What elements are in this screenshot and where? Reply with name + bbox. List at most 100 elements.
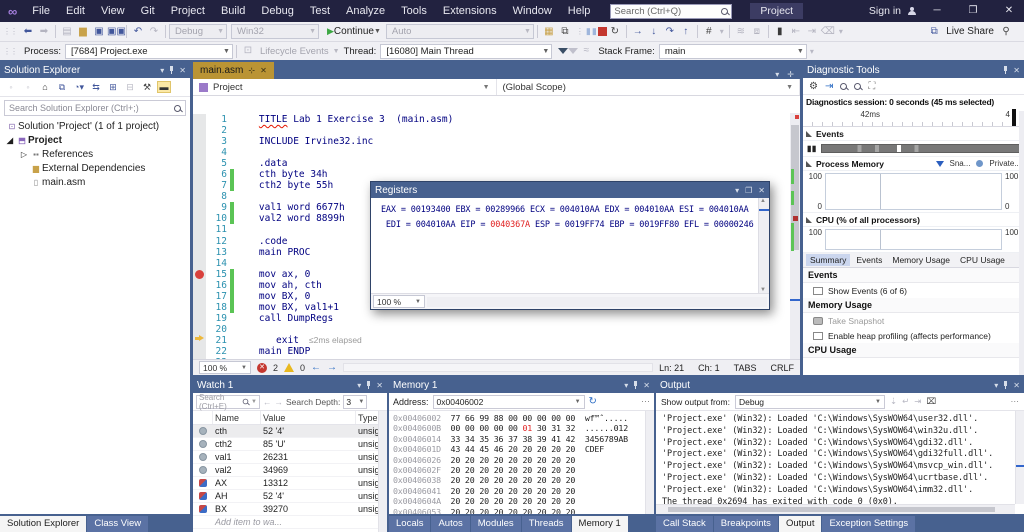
code-line-22[interactable]: 22 main ENDP: [193, 346, 790, 357]
watch-row-ax[interactable]: AX13312unsig...: [193, 477, 387, 490]
output-log[interactable]: 'Project.exe' (Win32): Loaded 'C:\Window…: [656, 411, 1024, 508]
find-message-icon[interactable]: ⇣: [890, 396, 897, 407]
watch-value[interactable]: 13312: [261, 478, 356, 488]
overflow-chevron-3[interactable]: ▾: [807, 47, 816, 56]
process-combo[interactable]: [7684] Project.exe▼: [65, 44, 233, 59]
diag-tab-summary[interactable]: Summary: [806, 254, 850, 266]
tab-threads[interactable]: Threads: [522, 516, 571, 532]
memory-scrollbar[interactable]: [645, 411, 654, 514]
memory-row[interactable]: 0x00406026 20 20 20 20 20 20 20 20 20: [393, 455, 654, 465]
feedback-icon[interactable]: ⚲: [998, 23, 1014, 41]
navigate-forward-icon[interactable]: ➡: [36, 23, 52, 41]
code-line-1[interactable]: 1 TITLE Lab 1 Exercise 3 (main.asm): [193, 114, 790, 125]
lifecycle-events-label[interactable]: Lifecycle Events: [256, 46, 333, 57]
registers-zoom-combo[interactable]: 100 %▼: [373, 295, 425, 308]
continue-dropdown-icon[interactable]: ▼: [374, 28, 381, 35]
code-line-3[interactable]: 3 INCLUDE Irvine32.inc: [193, 136, 790, 147]
continue-button[interactable]: Continue: [334, 26, 374, 37]
preview-selected-items-icon[interactable]: ▬: [157, 81, 171, 93]
take-snapshot-button[interactable]: Take Snapshot: [803, 313, 1024, 328]
events-section-header[interactable]: Events: [803, 127, 1024, 141]
diagnostics-timeline[interactable]: 42ms 4: [803, 109, 1024, 127]
watch-value[interactable]: 52 '4': [261, 491, 356, 501]
glyph-margin[interactable]: [193, 302, 206, 313]
save-all-icon[interactable]: ▣▣: [107, 23, 123, 41]
tab-class-view[interactable]: Class View: [87, 516, 148, 532]
break-all-icon[interactable]: ▮▮: [586, 26, 598, 37]
forward-icon[interactable]: ◦: [21, 82, 35, 92]
memory-row[interactable]: 0x00406014 33 34 35 36 37 38 39 41 42 34…: [393, 434, 654, 444]
close-button[interactable]: ✕: [994, 0, 1024, 22]
solution-explorer-search-input[interactable]: Search Solution Explorer (Ctrl+;): [4, 100, 186, 116]
thread-combo[interactable]: [16080] Main Thread▼: [380, 44, 552, 59]
glyph-margin[interactable]: [193, 258, 206, 269]
watch-forward-icon[interactable]: →: [275, 397, 284, 407]
registers-header[interactable]: Registers ▾ ❐ ✕: [371, 182, 769, 198]
pin-icon[interactable]: [170, 66, 173, 74]
code-line-20[interactable]: 20: [193, 324, 790, 335]
watch-name[interactable]: AH: [213, 491, 261, 501]
glyph-margin[interactable]: [193, 158, 206, 169]
scope-dropdown[interactable]: (Global Scope) ▼: [497, 79, 801, 95]
collapse-triangle-icon-3[interactable]: [806, 217, 812, 223]
watch-name[interactable]: val1: [213, 452, 261, 462]
timeline-cursor[interactable]: [1012, 109, 1016, 126]
new-file-icon[interactable]: ▤: [59, 23, 75, 41]
glyph-margin[interactable]: [193, 180, 206, 191]
step-into-icon[interactable]: ↓: [646, 23, 662, 41]
tree-item-references[interactable]: ▷ ▪▪ References: [0, 147, 190, 161]
menu-project[interactable]: Project: [163, 0, 213, 22]
watch-name[interactable]: cth2: [213, 439, 261, 449]
watch-value[interactable]: 26231: [261, 452, 356, 462]
watch-name[interactable]: BX: [213, 504, 261, 514]
collapsed-expander-icon[interactable]: ▷: [18, 150, 30, 159]
window-position-icon[interactable]: ▾: [160, 66, 164, 75]
tree-item-solution[interactable]: ⊡ Solution 'Project' (1 of 1 project): [0, 119, 190, 133]
stop-debugging-icon[interactable]: [598, 27, 607, 36]
code-line-21[interactable]: 21 exit≤2ms elapsed: [193, 335, 790, 346]
quick-search-input[interactable]: Search (Ctrl+Q): [610, 4, 732, 19]
watch-row-bx[interactable]: BX39270unsig...: [193, 503, 387, 516]
stack-frame-combo[interactable]: main▼: [659, 44, 807, 59]
warning-count[interactable]: 0: [300, 363, 305, 373]
glyph-margin[interactable]: [193, 313, 206, 324]
lifecycle-dropdown-icon[interactable]: ▼: [333, 48, 340, 55]
output-overflow-icon[interactable]: ⋯: [1011, 396, 1020, 407]
registers-horizontal-scrollbar[interactable]: [427, 297, 767, 307]
redo-icon[interactable]: ↷: [146, 23, 162, 41]
tab-locals[interactable]: Locals: [389, 516, 430, 532]
memory-menu-icon[interactable]: ▾: [624, 381, 628, 390]
watch-scrollbar[interactable]: [378, 411, 387, 532]
glyph-margin[interactable]: [193, 191, 206, 202]
glyph-margin[interactable]: [193, 346, 206, 357]
switch-views-icon[interactable]: ⧉: [55, 82, 69, 93]
watch-value[interactable]: 85 'U': [261, 439, 356, 449]
diagnostics-scrollbar[interactable]: [1019, 111, 1024, 375]
menu-edit[interactable]: Edit: [58, 0, 93, 22]
watch-value[interactable]: 52 '4': [261, 426, 356, 436]
toolbar-grip-2[interactable]: ⋮⋮: [0, 47, 20, 56]
zoom-out-icon[interactable]: [854, 83, 861, 90]
pause-icon[interactable]: ▮▮: [807, 144, 817, 153]
glyph-margin[interactable]: [193, 269, 206, 280]
memory-header[interactable]: Memory 1 ▾ ✕: [389, 377, 654, 393]
tab-memory-1[interactable]: Memory 1: [572, 516, 628, 532]
show-events-link[interactable]: Show Events (6 of 6): [803, 283, 1024, 298]
filter-disabled-icon[interactable]: [568, 48, 578, 54]
show-next-statement-icon[interactable]: →: [630, 23, 646, 41]
memory-row[interactable]: 0x00406002 77 66 99 88 00 00 00 00 00 wf…: [393, 413, 654, 423]
tab-exception-settings[interactable]: Exception Settings: [822, 516, 915, 532]
glyph-margin[interactable]: [193, 280, 206, 291]
tab-output[interactable]: Output: [779, 516, 822, 532]
save-icon[interactable]: ▣: [91, 23, 107, 41]
name-column-header[interactable]: Name: [213, 411, 261, 424]
memory-row[interactable]: 0x00406041 20 20 20 20 20 20 20 20 20: [393, 486, 654, 496]
tab-breakpoints[interactable]: Breakpoints: [714, 516, 778, 532]
show-threads-icon[interactable]: ≋: [733, 23, 749, 41]
properties-icon[interactable]: ⊞: [106, 82, 120, 93]
search-depth-combo[interactable]: 3▼: [343, 395, 367, 409]
glyph-margin[interactable]: [193, 224, 206, 235]
address-combo[interactable]: 0x00406002▼: [433, 395, 585, 409]
show-all-files-icon[interactable]: ⊟: [123, 82, 137, 93]
memory-row[interactable]: 0x00406038 20 20 20 20 20 20 20 20 20: [393, 475, 654, 485]
